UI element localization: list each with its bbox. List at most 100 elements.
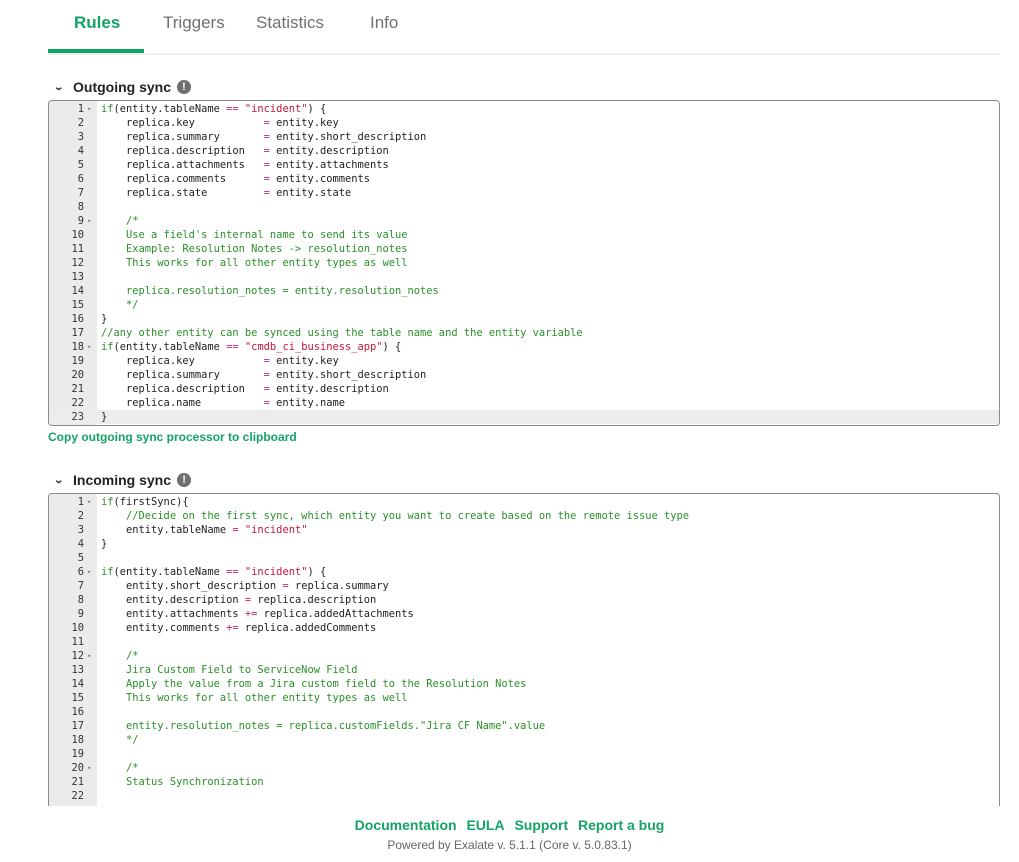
code-line[interactable]: 20 ▾ /* [49, 761, 999, 775]
line-number: 16 [71, 313, 84, 325]
line-number: 18 [71, 341, 84, 353]
code-line[interactable]: 3 replica.summary = entity.short_descrip… [49, 130, 999, 144]
code-line[interactable]: 8 [49, 200, 999, 214]
code-line[interactable]: 19 [49, 747, 999, 761]
code-line[interactable]: 22 replica.name = entity.name [49, 396, 999, 410]
code-line[interactable]: 2 //Decide on the first sync, which enti… [49, 509, 999, 523]
line-number: 12 [71, 650, 84, 662]
fold-toggle-icon[interactable]: ▾ [87, 649, 95, 663]
line-text: replica.key = entity.key [101, 117, 339, 129]
support-link[interactable]: Support [514, 817, 568, 833]
line-text: Jira Custom Field to ServiceNow Field [101, 664, 358, 676]
line-text: replica.description = entity.description [101, 383, 389, 395]
line-text: This works for all other entity types as… [101, 692, 408, 704]
tab-rules[interactable]: Rules [74, 13, 120, 33]
code-line[interactable]: 13 Jira Custom Field to ServiceNow Field [49, 663, 999, 677]
line-text: if(entity.tableName == "incident") { [101, 566, 327, 578]
code-line[interactable]: 14 replica.resolution_notes = entity.res… [49, 284, 999, 298]
line-number: 20 [71, 369, 84, 381]
code-line[interactable]: 17 entity.resolution_notes = replica.cus… [49, 719, 999, 733]
tab-triggers[interactable]: Triggers [163, 13, 225, 33]
line-text: This works for all other entity types as… [101, 257, 408, 269]
code-line[interactable]: 8 entity.description = replica.descripti… [49, 593, 999, 607]
line-number: 6 [77, 566, 84, 578]
code-line[interactable]: 3 entity.tableName = "incident" [49, 523, 999, 537]
tab-info[interactable]: Info [370, 13, 398, 33]
line-number: 11 [71, 636, 84, 648]
code-line[interactable]: 1 ▾ if(firstSync){ [49, 495, 999, 509]
exclamation-circle-icon[interactable]: ! [177, 80, 191, 94]
code-line[interactable]: 16} [49, 312, 999, 326]
report-bug-link[interactable]: Report a bug [578, 817, 664, 833]
line-number: 4 [77, 538, 84, 550]
code-line[interactable]: 7 replica.state = entity.state [49, 186, 999, 200]
code-line[interactable]: 21 replica.description = entity.descript… [49, 382, 999, 396]
code-line[interactable]: 1 ▾ if(entity.tableName == "incident") { [49, 102, 999, 116]
code-line[interactable]: 5 replica.attachments = entity.attachmen… [49, 158, 999, 172]
line-number: 21 [71, 776, 84, 788]
line-text: replica.resolution_notes = entity.resolu… [101, 285, 439, 297]
code-line[interactable]: 12 This works for all other entity types… [49, 256, 999, 270]
line-text: } [101, 538, 108, 550]
code-line[interactable]: 18 */ [49, 733, 999, 747]
code-line[interactable]: 21 Status Synchronization [49, 775, 999, 789]
line-text: entity.description = replica.description [101, 594, 377, 606]
code-line[interactable]: 7 entity.short_description = replica.sum… [49, 579, 999, 593]
code-line[interactable]: 16 [49, 705, 999, 719]
code-line[interactable]: 19 replica.key = entity.key [49, 354, 999, 368]
outgoing-sync-editor[interactable]: 1 ▾ if(entity.tableName == "incident") {2 … [48, 100, 1000, 426]
line-text: */ [101, 734, 139, 746]
line-text: //Decide on the first sync, which entity… [101, 510, 690, 522]
code-line[interactable]: 15 */ [49, 298, 999, 312]
line-text: replica.description = entity.description [101, 145, 389, 157]
code-line[interactable]: 4} [49, 537, 999, 551]
line-number: 23 [71, 411, 84, 423]
code-line[interactable]: 6 ▾ if(entity.tableName == "incident") { [49, 565, 999, 579]
line-number: 1 [77, 103, 84, 115]
code-line[interactable]: 4 replica.description = entity.descripti… [49, 144, 999, 158]
footer-links: Documentation EULA Support Report a bug [0, 817, 1019, 833]
line-number: 20 [71, 762, 84, 774]
incoming-sync-editor[interactable]: 1 ▾ if(firstSync){2 //Decide on the first … [48, 493, 1000, 824]
fold-toggle-icon[interactable]: ▾ [87, 761, 95, 775]
code-line[interactable]: 10 entity.comments += replica.addedComme… [49, 621, 999, 635]
code-line[interactable]: 2 replica.key = entity.key [49, 116, 999, 130]
code-line[interactable]: 5 [49, 551, 999, 565]
line-number: 17 [71, 720, 84, 732]
line-text: Example: Resolution Notes -> resolution_… [101, 243, 408, 255]
code-line[interactable]: 13 [49, 270, 999, 284]
fold-toggle-icon[interactable]: ▾ [87, 495, 95, 509]
line-number: 22 [71, 397, 84, 409]
tab-statistics[interactable]: Statistics [256, 13, 324, 33]
code-line[interactable]: 23} [49, 410, 999, 424]
code-line[interactable]: 11 [49, 635, 999, 649]
code-line[interactable]: 14 Apply the value from a Jira custom fi… [49, 677, 999, 691]
documentation-link[interactable]: Documentation [355, 817, 457, 833]
line-number: 2 [77, 117, 84, 129]
eula-link[interactable]: EULA [466, 817, 504, 833]
fold-toggle-icon[interactable]: ▾ [87, 565, 95, 579]
code-line[interactable]: 6 replica.comments = entity.comments [49, 172, 999, 186]
code-line[interactable]: 9 entity.attachments += replica.addedAtt… [49, 607, 999, 621]
chevron-down-icon: ⌄ [53, 81, 65, 93]
code-line[interactable]: 12 ▾ /* [49, 649, 999, 663]
outgoing-sync-header[interactable]: ⌄ Outgoing sync ! [53, 79, 191, 95]
line-number: 16 [71, 706, 84, 718]
line-number: 12 [71, 257, 84, 269]
copy-outgoing-sync-link[interactable]: Copy outgoing sync processor to clipboar… [48, 430, 297, 444]
code-line[interactable]: 9 ▾ /* [49, 214, 999, 228]
line-number: 9 [77, 608, 84, 620]
fold-toggle-icon[interactable]: ▾ [87, 340, 95, 354]
line-text: replica.comments = entity.comments [101, 173, 371, 185]
code-line[interactable]: 18 ▾ if(entity.tableName == "cmdb_ci_busin… [49, 340, 999, 354]
incoming-sync-header[interactable]: ⌄ Incoming sync ! [53, 472, 192, 488]
code-line[interactable]: 17 //any other entity can be synced using… [49, 326, 999, 340]
code-line[interactable]: 15 This works for all other entity types… [49, 691, 999, 705]
code-line[interactable]: 20 replica.summary = entity.short_descri… [49, 368, 999, 382]
exclamation-circle-icon[interactable]: ! [177, 473, 192, 487]
fold-toggle-icon[interactable]: ▾ [87, 102, 95, 116]
code-line[interactable]: 11 Example: Resolution Notes -> resoluti… [49, 242, 999, 256]
code-line[interactable]: 10 Use a field's internal name to send i… [49, 228, 999, 242]
code-line[interactable]: 22 [49, 789, 999, 803]
fold-toggle-icon[interactable]: ▾ [87, 214, 95, 228]
